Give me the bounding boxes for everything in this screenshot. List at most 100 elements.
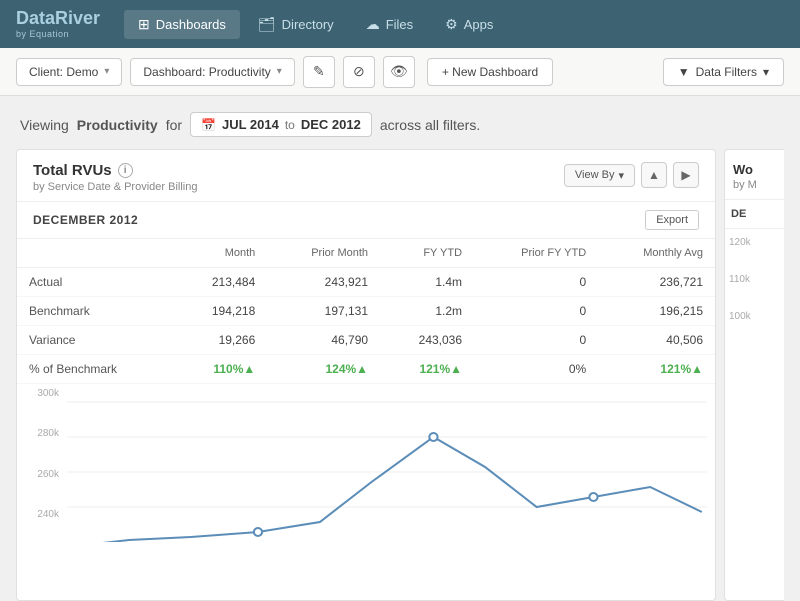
row-value: 194,218 xyxy=(173,297,267,326)
right-card-title: Wo xyxy=(733,162,753,177)
col-header-month: Month xyxy=(173,239,267,268)
row-value: 40,506 xyxy=(598,326,715,355)
nav-dashboards-label: Dashboards xyxy=(156,17,226,32)
row-label: Actual xyxy=(17,268,173,297)
expand-button[interactable]: ▶ xyxy=(673,162,699,188)
view-by-button[interactable]: View By ▾ xyxy=(564,164,635,187)
table-row: Variance19,26646,790243,036040,506 xyxy=(17,326,715,355)
table-body: Actual213,484243,9211.4m0236,721Benchmar… xyxy=(17,268,715,384)
card-subtitle: by Service Date & Provider Billing xyxy=(33,181,197,193)
chart-y-labels: 300k 280k 260k 240k xyxy=(17,384,67,524)
main-content: Total RVUs i by Service Date & Provider … xyxy=(0,149,800,601)
brand-data: Data xyxy=(16,8,55,28)
row-value: 0 xyxy=(474,297,598,326)
card-header-controls: View By ▾ ▲ ▶ xyxy=(564,162,699,188)
row-value: 110%▲ xyxy=(173,355,267,384)
right-arrow-icon: ▶ xyxy=(681,168,690,182)
card-header: Total RVUs i by Service Date & Provider … xyxy=(17,150,715,202)
nav-apps-label: Apps xyxy=(464,17,494,32)
directory-icon: 🗂 xyxy=(258,16,276,33)
row-label: Benchmark xyxy=(17,297,173,326)
row-value: 0 xyxy=(474,268,598,297)
row-value: 124%▲ xyxy=(267,355,380,384)
row-value: 0% xyxy=(474,355,598,384)
viewing-suffix: across all filters. xyxy=(380,117,480,133)
date-range-picker[interactable]: 📅 JUL 2014 to DEC 2012 xyxy=(190,112,372,137)
chevron-down-icon: ▾ xyxy=(104,66,109,77)
up-arrow-icon: ▲ xyxy=(648,168,660,182)
chart-point xyxy=(254,528,262,536)
table-section: DECEMBER 2012 Export Month Prior Month F… xyxy=(17,202,715,384)
data-filters-label: Data Filters xyxy=(696,65,757,79)
col-header-prior-month: Prior Month xyxy=(267,239,380,268)
toolbar: Client: Demo ▾ Dashboard: Productivity ▾… xyxy=(0,48,800,96)
row-value: 1.2m xyxy=(380,297,474,326)
chart-label-280k: 280k xyxy=(17,428,59,439)
chart-point xyxy=(429,433,437,441)
eye-button[interactable]: 👁 xyxy=(383,56,415,88)
right-chart-label-100k: 100k xyxy=(729,311,784,322)
card-title: Total RVUs i xyxy=(33,162,197,179)
table-header-row: Month Prior Month FY YTD Prior FY YTD Mo… xyxy=(17,239,715,268)
row-value: 46,790 xyxy=(267,326,380,355)
chevron-down-icon: ▾ xyxy=(763,65,769,79)
col-header-label xyxy=(17,239,173,268)
date-to: DEC 2012 xyxy=(301,117,361,132)
export-label: Export xyxy=(656,214,688,226)
period-label: DECEMBER 2012 xyxy=(33,213,138,227)
dashboard-label: Dashboard: Productivity xyxy=(143,65,270,79)
block-button[interactable]: ⊘ xyxy=(343,56,375,88)
viewing-for: for xyxy=(166,117,182,133)
row-value: 19,266 xyxy=(173,326,267,355)
top-navigation: DataRiver by Equation ⊞ Dashboards 🗂 Dir… xyxy=(0,0,800,48)
row-value: 236,721 xyxy=(598,268,715,297)
client-label: Client: Demo xyxy=(29,65,98,79)
brand-logo: DataRiver by Equation xyxy=(16,9,100,39)
row-value: 121%▲ xyxy=(380,355,474,384)
right-card-title-text: Wo xyxy=(733,162,753,177)
chart-area: 300k 280k 260k 240k xyxy=(17,384,715,544)
calendar-icon: 📅 xyxy=(201,118,216,132)
right-chart-labels: 120k 110k 100k xyxy=(725,229,784,326)
row-label: Variance xyxy=(17,326,173,355)
dashboard-selector[interactable]: Dashboard: Productivity ▾ xyxy=(130,58,294,86)
row-value: 0 xyxy=(474,326,598,355)
edit-button[interactable]: ✎ xyxy=(303,56,335,88)
info-icon[interactable]: i xyxy=(118,163,133,178)
right-chart-label-110k: 110k xyxy=(729,274,784,285)
total-rvus-card: Total RVUs i by Service Date & Provider … xyxy=(16,149,716,601)
files-icon: ☁ xyxy=(366,16,380,33)
edit-icon: ✎ xyxy=(313,63,325,80)
line-chart xyxy=(67,392,707,542)
viewing-subject: Productivity xyxy=(77,117,158,133)
row-value: 197,131 xyxy=(267,297,380,326)
right-card-subtitle: by M xyxy=(733,179,757,191)
col-header-monthly-avg: Monthly Avg xyxy=(598,239,715,268)
nav-files-label: Files xyxy=(386,17,413,32)
table-period-header: DECEMBER 2012 Export xyxy=(17,202,715,239)
date-from: JUL 2014 xyxy=(222,117,279,132)
new-dashboard-button[interactable]: + New Dashboard xyxy=(427,58,553,86)
nav-directory[interactable]: 🗂 Directory xyxy=(244,10,348,39)
apps-icon: ⚙ xyxy=(445,16,458,33)
export-button[interactable]: Export xyxy=(645,210,699,230)
eye-icon: 👁 xyxy=(390,63,408,80)
nav-files[interactable]: ☁ Files xyxy=(352,10,427,39)
col-header-fy-ytd: FY YTD xyxy=(380,239,474,268)
right-card-header: Wo by M xyxy=(725,150,784,200)
brand-name: DataRiver xyxy=(16,9,100,29)
col-header-prior-fy-ytd: Prior FY YTD xyxy=(474,239,598,268)
card-header-left: Total RVUs i by Service Date & Provider … xyxy=(33,162,197,193)
filter-icon: ▼ xyxy=(678,65,690,79)
data-filters-button[interactable]: ▼ Data Filters ▾ xyxy=(663,58,784,86)
collapse-button[interactable]: ▲ xyxy=(641,162,667,188)
new-dashboard-label: + New Dashboard xyxy=(442,65,538,79)
client-selector[interactable]: Client: Demo ▾ xyxy=(16,58,122,86)
chart-label-260k: 260k xyxy=(17,469,59,480)
viewing-bar: Viewing Productivity for 📅 JUL 2014 to D… xyxy=(0,96,800,149)
chart-label-240k: 240k xyxy=(17,509,59,520)
chevron-down-icon: ▾ xyxy=(277,66,282,77)
nav-dashboards[interactable]: ⊞ Dashboards xyxy=(124,10,240,39)
nav-apps[interactable]: ⚙ Apps xyxy=(431,10,507,39)
row-value: 213,484 xyxy=(173,268,267,297)
